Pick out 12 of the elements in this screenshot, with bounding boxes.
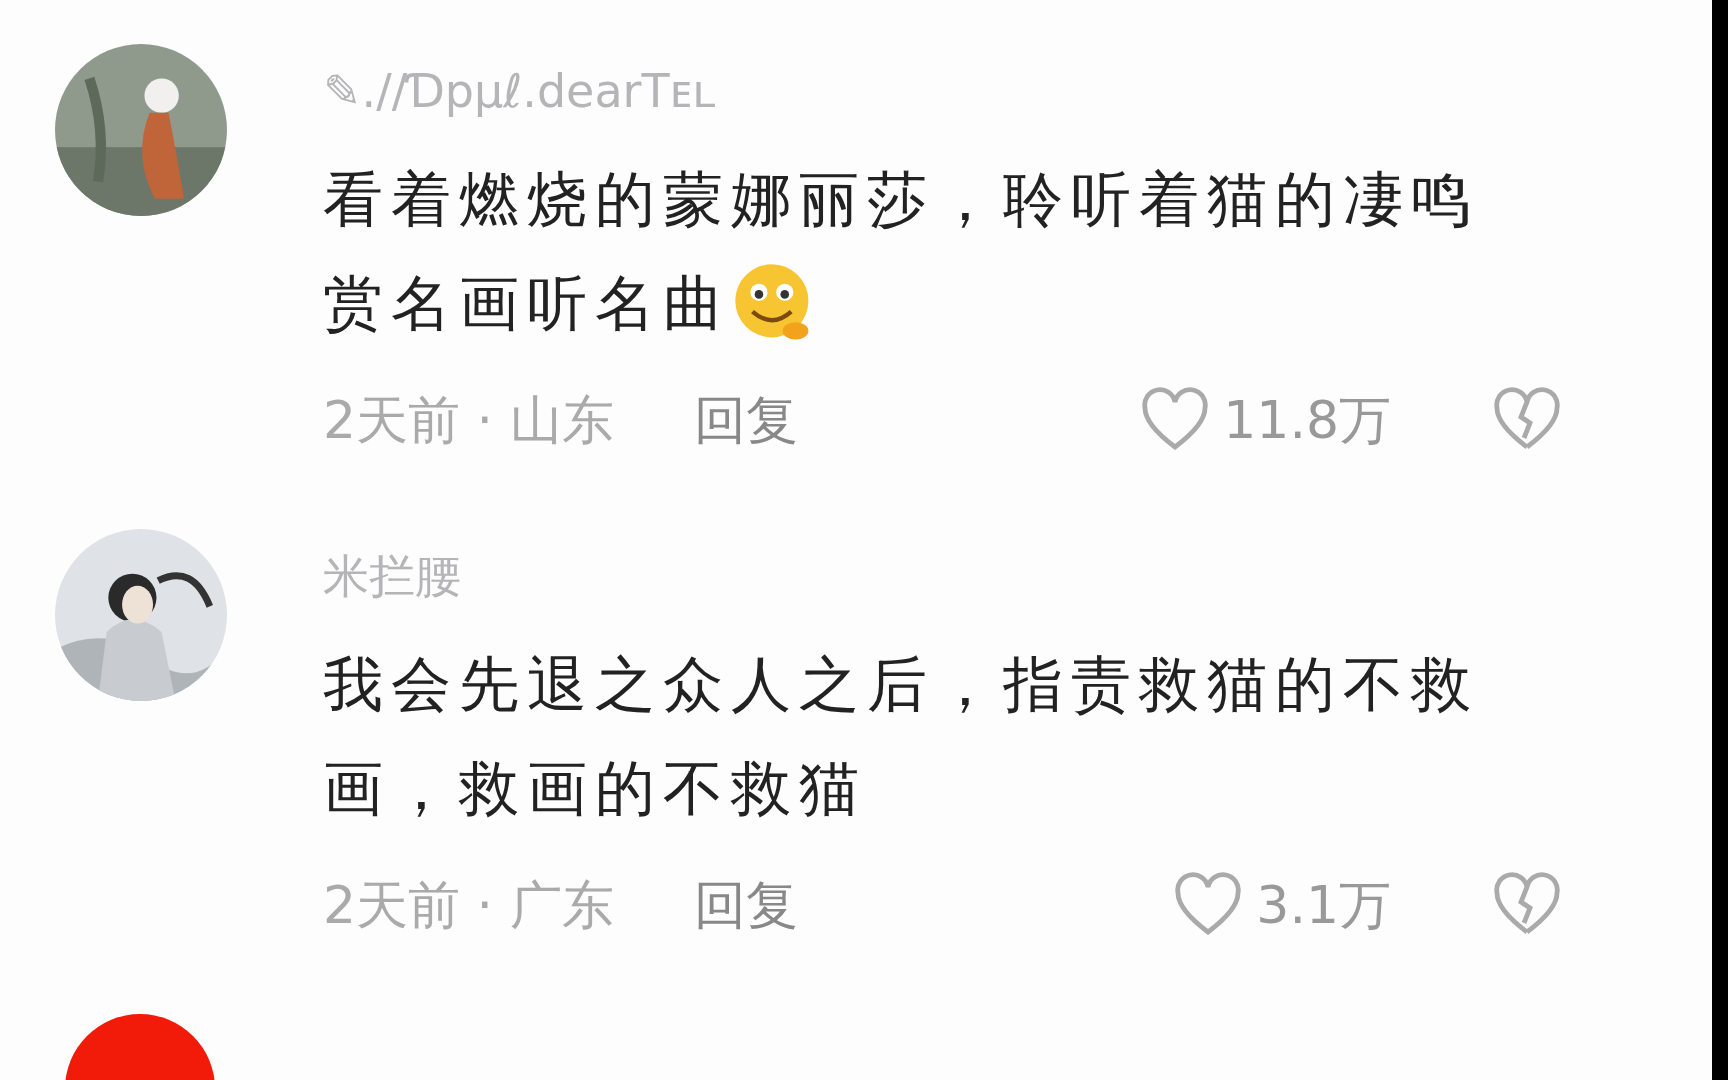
username[interactable]: 米拦腰 (323, 535, 1563, 605)
comment-time-location: 2天前 · 广东 (323, 874, 614, 938)
like-count: 11.8万 (1223, 389, 1391, 453)
comment-text: 我会先退之众人之后，指责救猫的不救 (323, 648, 1479, 722)
comment-text: 看着燃烧的蒙娜丽莎，聆听着猫的凄鸣 (323, 163, 1479, 237)
comment-text: 画，救画的不救猫 (323, 752, 867, 826)
comment-time-location: 2天前 · 山东 (323, 389, 614, 453)
comment-text: 赏名画听名曲 (323, 267, 731, 341)
username[interactable]: ✎.//Ɗpμℓ.dearTᴇʟ (323, 50, 1563, 120)
reply-link[interactable]: 回复 (693, 381, 798, 460)
reply-link[interactable]: 回复 (693, 866, 798, 945)
like-count: 3.1万 (1256, 874, 1391, 938)
